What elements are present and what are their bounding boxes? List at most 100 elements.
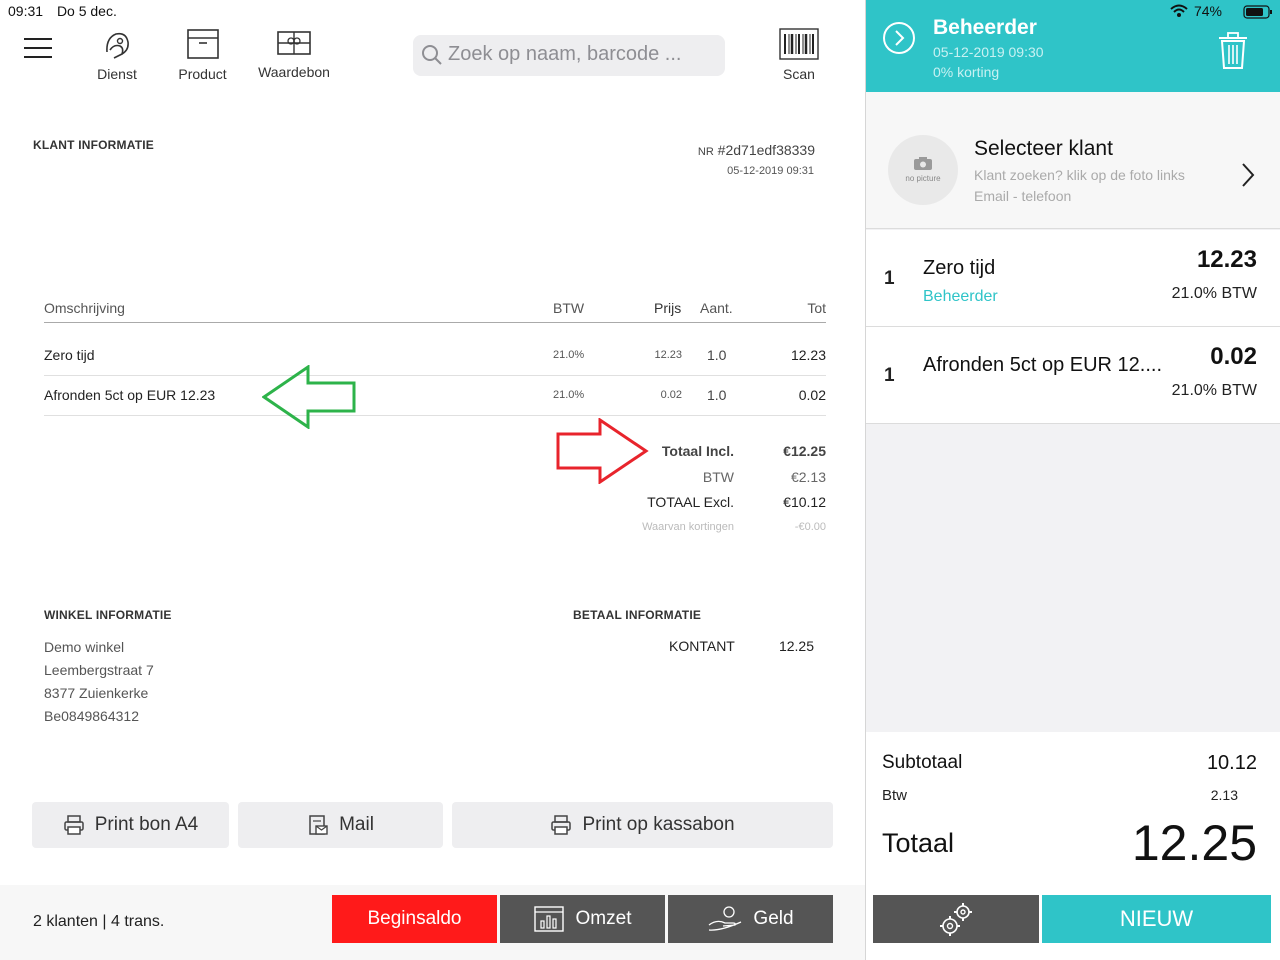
voucher-icon bbox=[277, 31, 311, 55]
col-aant: Aant. bbox=[700, 300, 733, 316]
cart-user: Beheerder bbox=[933, 16, 1037, 39]
avatar[interactable]: no picture bbox=[888, 135, 958, 205]
cart-line-item[interactable]: 1 Zero tijd Beheerder 12.23 21.0% BTW bbox=[866, 230, 1280, 327]
product-label: Product bbox=[178, 66, 227, 82]
row-desc: Zero tijd bbox=[44, 347, 95, 363]
winkel-line: Leembergstraat 7 bbox=[44, 662, 154, 678]
money-hand-icon bbox=[709, 906, 742, 931]
mail-label: Mail bbox=[339, 814, 374, 835]
totaal-value: 12.25 bbox=[1131, 815, 1257, 871]
item-price: 0.02 bbox=[1210, 343, 1257, 370]
printer-icon bbox=[63, 815, 84, 835]
select-customer-row[interactable]: no picture Selecteer klant Klant zoeken?… bbox=[866, 92, 1280, 229]
row-aant: 1.0 bbox=[707, 387, 727, 403]
status-date: Do 5 dec. bbox=[56, 3, 117, 19]
row-divider bbox=[44, 375, 826, 376]
subtotaal-label: Subtotaal bbox=[882, 752, 963, 773]
service-icon bbox=[106, 32, 129, 59]
klant-info-title: KLANT INFORMATIE bbox=[33, 138, 154, 152]
cart-datetime: 05-12-2019 09:30 bbox=[933, 44, 1044, 60]
col-tot: Tot bbox=[807, 300, 826, 316]
footer-summary: 2 klanten | 4 trans. bbox=[33, 913, 165, 930]
waardebon-label: Waardebon bbox=[258, 64, 330, 80]
betaal-method: KONTANT bbox=[669, 638, 735, 654]
btw-value: 2.13 bbox=[1210, 787, 1238, 803]
receipt-number: NR #2d71edf38339 bbox=[698, 142, 815, 158]
nieuw-button[interactable]: NIEUW bbox=[1042, 895, 1271, 943]
totaal-label: Totaal bbox=[882, 828, 955, 858]
menu-icon[interactable] bbox=[24, 38, 52, 60]
winkel-line: 8377 Zuienkerke bbox=[44, 685, 149, 701]
cart-discount: 0% korting bbox=[933, 64, 1000, 80]
box-icon bbox=[186, 29, 219, 59]
btw-value: €2.13 bbox=[790, 469, 826, 485]
col-btw: BTW bbox=[553, 300, 585, 316]
betaal-info-title: BETAAL INFORMATIE bbox=[573, 608, 702, 622]
scan-label: Scan bbox=[783, 66, 815, 82]
product-button[interactable]: Product bbox=[175, 28, 230, 82]
chevron-right-icon bbox=[1242, 163, 1255, 187]
col-prijs: Prijs bbox=[654, 300, 682, 316]
item-qty: 1 bbox=[884, 365, 895, 386]
row-tot: 0.02 bbox=[798, 387, 826, 403]
mail-button[interactable]: Mail bbox=[238, 802, 443, 848]
totaal-excl-label: TOTAAL Excl. bbox=[647, 494, 734, 510]
item-qty: 1 bbox=[884, 268, 895, 289]
print-a4-button[interactable]: Print bon A4 bbox=[32, 802, 229, 848]
mail-icon bbox=[309, 815, 328, 835]
receipt-datetime: 05-12-2019 09:31 bbox=[727, 165, 814, 177]
print-kassabon-button[interactable]: Print op kassabon bbox=[452, 802, 833, 848]
totaal-incl-value: €12.25 bbox=[783, 443, 826, 459]
cart-line-item[interactable]: 1 Afronden 5ct op EUR 12.... 0.02 21.0% … bbox=[866, 327, 1280, 424]
subtotaal-value: 10.12 bbox=[1206, 752, 1257, 774]
green-arrow-annotation bbox=[262, 365, 356, 429]
status-battery: 74% bbox=[1170, 3, 1222, 19]
kortingen-value: -€0.00 bbox=[794, 521, 826, 533]
search-field[interactable]: Zoek op naam, barcode ... bbox=[413, 35, 725, 76]
wifi-icon bbox=[1170, 4, 1188, 17]
gears-icon bbox=[940, 903, 972, 936]
beginsaldo-label: Beginsaldo bbox=[367, 908, 462, 929]
cart-pane: 74% Beheerder 05-12-2019 09:30 0% kortin… bbox=[865, 0, 1280, 960]
item-tax: 21.0% BTW bbox=[1171, 285, 1257, 302]
trash-icon[interactable] bbox=[1217, 32, 1249, 70]
receipt-nr-prefix: NR bbox=[697, 146, 714, 158]
totaal-excl-value: €10.12 bbox=[783, 494, 826, 510]
omzet-label: Omzet bbox=[575, 908, 632, 929]
beginsaldo-button[interactable]: Beginsaldo bbox=[332, 895, 497, 943]
item-name: Afronden 5ct op EUR 12.... bbox=[923, 354, 1163, 376]
status-bar: 09:31 Do 5 dec. bbox=[8, 3, 127, 19]
dienst-label: Dienst bbox=[97, 66, 137, 82]
search-placeholder: Zoek op naam, barcode ... bbox=[448, 43, 682, 65]
item-price: 12.23 bbox=[1196, 246, 1257, 273]
kortingen-label: Waarvan kortingen bbox=[642, 521, 734, 533]
print-a4-label: Print bon A4 bbox=[94, 814, 199, 835]
item-tax: 21.0% BTW bbox=[1171, 382, 1257, 399]
search-icon bbox=[422, 45, 442, 65]
customer-title: Selecteer klant bbox=[974, 137, 1113, 160]
winkel-address: Demo winkel Leembergstraat 7 8377 Zuienk… bbox=[44, 636, 154, 728]
row-divider bbox=[44, 415, 826, 416]
geld-button[interactable]: Geld bbox=[668, 895, 833, 943]
settings-button[interactable] bbox=[873, 895, 1039, 943]
printer-icon bbox=[551, 815, 572, 835]
omzet-button[interactable]: Omzet bbox=[500, 895, 665, 943]
receipt-nr-value: #2d71edf38339 bbox=[717, 142, 815, 158]
row-aant: 1.0 bbox=[707, 347, 727, 363]
chevron-circle-icon[interactable] bbox=[882, 21, 916, 55]
waardebon-button[interactable]: Waardebon bbox=[255, 28, 333, 80]
camera-icon bbox=[914, 157, 932, 170]
cart-header: 74% Beheerder 05-12-2019 09:30 0% kortin… bbox=[866, 0, 1280, 92]
row-tot: 12.23 bbox=[790, 347, 826, 363]
winkel-info-title: WINKEL INFORMATIE bbox=[44, 608, 172, 622]
print-kassabon-label: Print op kassabon bbox=[582, 814, 735, 835]
battery-icon bbox=[1243, 5, 1272, 19]
battery-percentage: 74% bbox=[1193, 3, 1222, 19]
btw-label: BTW bbox=[702, 469, 734, 485]
scan-button[interactable]: Scan bbox=[776, 28, 822, 82]
col-omschrijving: Omschrijving bbox=[44, 300, 125, 316]
dienst-button[interactable]: Dienst bbox=[92, 28, 142, 82]
status-time: 09:31 bbox=[8, 3, 44, 19]
table-header-rule bbox=[44, 322, 826, 323]
row-btw: 21.0% bbox=[553, 349, 585, 361]
